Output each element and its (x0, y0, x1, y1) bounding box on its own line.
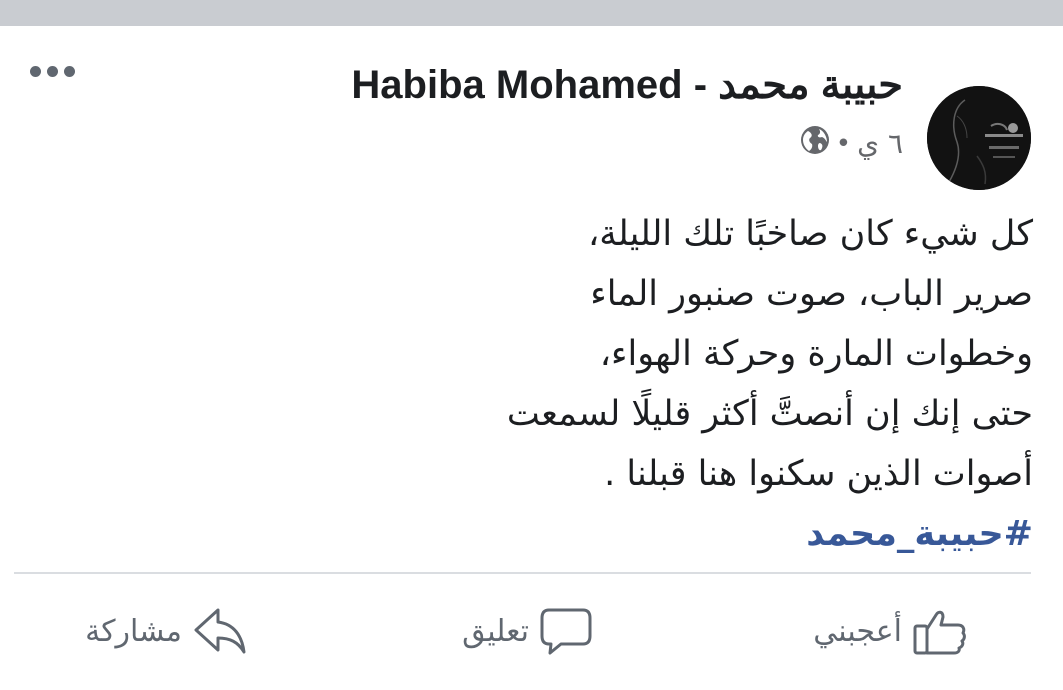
like-button[interactable]: أعجبني (813, 606, 968, 656)
post-card: Habiba Mohamed - حبيبة محمد • ٦ ي كل شيء… (0, 26, 1063, 690)
share-icon (192, 606, 248, 656)
dot (47, 66, 58, 77)
comment-icon (539, 606, 593, 656)
globe-icon[interactable] (800, 125, 830, 162)
comment-label: تعليق (462, 613, 529, 649)
post-line: كل شيء كان صاخبًا تلك الليلة، (587, 214, 1033, 254)
author-name[interactable]: Habiba Mohamed - حبيبة محمد (351, 62, 903, 108)
thumbs-up-icon (912, 606, 968, 656)
meta-separator: • (835, 128, 852, 159)
avatar-image (927, 86, 1031, 190)
like-label: أعجبني (813, 613, 902, 649)
post-line: وخطوات المارة وحركة الهواء، (599, 334, 1033, 374)
post-line: حتى إنك إن أنصتَّ أكثر قليلًا لسمعت (506, 394, 1033, 434)
actions-divider (14, 572, 1031, 574)
share-button[interactable]: مشاركة (85, 606, 248, 656)
post-body: كل شيء كان صاخبًا تلك الليلة، صرير الباب… (33, 204, 1033, 564)
dot (30, 66, 41, 77)
avatar[interactable] (927, 86, 1031, 190)
hashtag-link[interactable]: #حبيبة_محمد (33, 504, 1033, 564)
post-line: أصوات الذين سكنوا هنا قبلنا . (604, 454, 1033, 494)
share-label: مشاركة (85, 613, 182, 649)
more-options-icon[interactable] (30, 66, 75, 77)
comment-button[interactable]: تعليق (462, 606, 593, 656)
post-meta: • ٦ ي (800, 125, 903, 162)
top-divider-bar (0, 0, 1063, 26)
post-line: صرير الباب، صوت صنبور الماء (590, 274, 1033, 314)
dot (64, 66, 75, 77)
post-time[interactable]: ٦ ي (857, 127, 903, 160)
